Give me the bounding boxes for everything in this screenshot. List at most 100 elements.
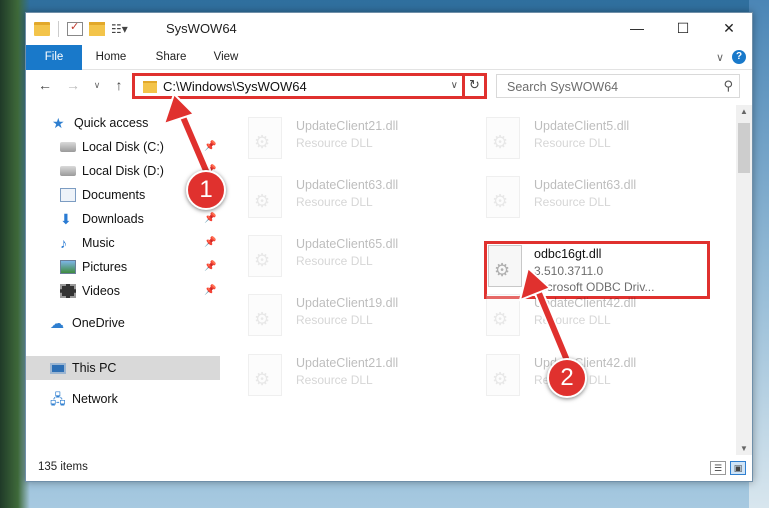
file-type: Resource DLL xyxy=(534,195,611,209)
title-bar: ☷▾ SysWOW64 — ☐ ✕ xyxy=(26,13,752,45)
nav-item-videos[interactable]: Videos xyxy=(60,280,120,302)
star-icon: ★ xyxy=(52,115,65,131)
nav-item-label: Quick access xyxy=(74,116,149,130)
file-name: UpdateClient63.dll xyxy=(534,178,637,192)
pin-icon[interactable]: 📌 xyxy=(204,261,216,272)
search-box[interactable]: Search SysWOW64 ⚲ xyxy=(496,74,740,98)
customize-toolbar-icon[interactable]: ☷▾ xyxy=(111,22,133,36)
nav-item-this-pc[interactable]: This PC xyxy=(26,356,220,380)
close-button[interactable]: ✕ xyxy=(706,13,752,43)
quick-access-toolbar: ☷▾ xyxy=(34,20,133,37)
nav-item-label: Local Disk (C:) xyxy=(82,140,164,154)
explorer-window: ☷▾ SysWOW64 — ☐ ✕ File Home Share View ∨… xyxy=(25,12,753,482)
file-item[interactable]: UpdateClient65.dll Resource DLL xyxy=(222,229,452,283)
recent-locations-icon[interactable]: ∨ xyxy=(88,80,106,91)
pictures-icon xyxy=(60,260,76,274)
vertical-scrollbar[interactable]: ▲ ▼ xyxy=(736,105,752,455)
nav-item-music[interactable]: ♪ Music xyxy=(60,232,115,254)
dll-file-icon xyxy=(248,294,282,336)
tab-share[interactable]: Share xyxy=(146,45,196,70)
new-folder-icon[interactable] xyxy=(89,22,105,36)
refresh-icon[interactable]: ↻ xyxy=(462,73,484,99)
file-item[interactable]: UpdateClient21.dll Resource DLL xyxy=(222,111,452,165)
pin-icon[interactable]: 📌 xyxy=(204,285,216,296)
file-name: UpdateClient5.dll xyxy=(534,119,630,133)
details-view-icon[interactable]: ☰ xyxy=(710,461,726,475)
documents-icon xyxy=(60,188,76,202)
file-item[interactable]: UpdateClient63.dll Resource DLL xyxy=(460,170,690,224)
search-input[interactable]: Search SysWOW64 xyxy=(507,80,618,94)
nav-item-onedrive[interactable]: ☁ OneDrive xyxy=(50,312,125,334)
address-row: ← → ∨ ↑ C:\Windows\SysWOW64 ∨ ↻ Search S… xyxy=(26,71,752,103)
nav-item-label: Local Disk (D:) xyxy=(82,164,164,178)
nav-item-label: Videos xyxy=(82,284,120,298)
up-arrow-icon[interactable]: ↑ xyxy=(110,77,128,93)
ribbon-right: ∨ ? xyxy=(716,50,746,64)
nav-item-local-disk-d[interactable]: Local Disk (D:) xyxy=(60,160,164,182)
qat-separator xyxy=(58,21,59,37)
back-arrow-icon[interactable]: ← xyxy=(36,77,54,93)
dll-file-icon xyxy=(486,117,520,159)
pin-icon[interactable]: 📌 xyxy=(204,237,216,248)
nav-item-label: OneDrive xyxy=(72,316,125,330)
film-icon xyxy=(60,284,76,298)
tab-file[interactable]: File xyxy=(26,45,82,70)
dll-file-icon xyxy=(486,294,520,336)
nav-item-downloads[interactable]: ⬇ Downloads xyxy=(60,208,144,230)
file-name: UpdateClient19.dll xyxy=(296,296,399,310)
file-item[interactable]: UpdateClient63.dll Resource DLL xyxy=(222,170,452,224)
file-item[interactable]: UpdateClient19.dll Resource DLL xyxy=(222,288,452,342)
file-name: UpdateClient63.dll xyxy=(296,178,399,192)
file-list: UpdateClient21.dll Resource DLL UpdateCl… xyxy=(222,105,736,455)
maximize-button[interactable]: ☐ xyxy=(660,13,706,43)
network-icon: 🖧 xyxy=(50,391,66,407)
scroll-up-icon[interactable]: ▲ xyxy=(740,107,748,116)
dll-file-icon xyxy=(248,354,282,396)
nav-item-quick-access[interactable]: ★ Quick access xyxy=(52,112,148,134)
nav-item-documents[interactable]: Documents xyxy=(60,184,145,206)
dll-file-icon xyxy=(486,176,520,218)
ribbon-tabs: File Home Share View ∨ ? xyxy=(26,45,752,70)
tab-view[interactable]: View xyxy=(204,45,248,70)
file-type: Resource DLL xyxy=(534,136,611,150)
file-type: Resource DLL xyxy=(296,313,373,327)
step-marker-2: 2 xyxy=(547,358,587,398)
file-name: UpdateClient65.dll xyxy=(296,237,399,251)
file-type: Resource DLL xyxy=(296,254,373,268)
forward-arrow-icon[interactable]: → xyxy=(64,77,82,93)
pin-icon[interactable]: 📌 xyxy=(204,213,216,224)
minimize-button[interactable]: — xyxy=(614,13,660,43)
file-type: Resource DLL xyxy=(296,195,373,209)
nav-item-label: Downloads xyxy=(82,212,144,226)
search-icon[interactable]: ⚲ xyxy=(723,78,733,94)
tab-home[interactable]: Home xyxy=(86,45,136,70)
scrollbar-thumb[interactable] xyxy=(738,123,750,173)
expand-ribbon-icon[interactable]: ∨ xyxy=(716,51,724,64)
annotation-arrow-2 xyxy=(518,266,571,363)
help-icon[interactable]: ? xyxy=(732,50,746,64)
file-item[interactable]: UpdateClient5.dll Resource DLL xyxy=(460,111,690,165)
properties-icon[interactable] xyxy=(67,20,83,36)
nav-item-network[interactable]: 🖧 Network xyxy=(50,388,118,410)
file-name: UpdateClient21.dll xyxy=(296,119,399,133)
step-marker-1: 1 xyxy=(186,170,226,210)
dll-file-icon xyxy=(486,354,520,396)
nav-item-pictures[interactable]: Pictures xyxy=(60,256,127,278)
dll-file-icon xyxy=(248,117,282,159)
computer-icon xyxy=(50,362,66,374)
folder-icon xyxy=(143,81,157,93)
file-item[interactable]: UpdateClient21.dll Resource DLL xyxy=(222,348,452,402)
download-arrow-icon: ⬇ xyxy=(60,211,72,227)
nav-item-label: Pictures xyxy=(82,260,128,274)
folder-icon xyxy=(34,22,50,36)
cloud-icon: ☁ xyxy=(50,315,64,331)
dll-file-icon xyxy=(248,235,282,277)
tiles-view-icon[interactable]: ▣ xyxy=(730,461,746,475)
nav-item-local-disk-c[interactable]: Local Disk (C:) xyxy=(60,136,164,158)
file-type: Resource DLL xyxy=(296,373,373,387)
chevron-down-icon[interactable]: ∨ xyxy=(451,80,458,91)
scroll-down-icon[interactable]: ▼ xyxy=(740,444,748,453)
view-buttons: ☰ ▣ xyxy=(710,461,746,475)
nav-item-label: Network xyxy=(72,392,118,406)
window-title: SysWOW64 xyxy=(166,21,237,36)
